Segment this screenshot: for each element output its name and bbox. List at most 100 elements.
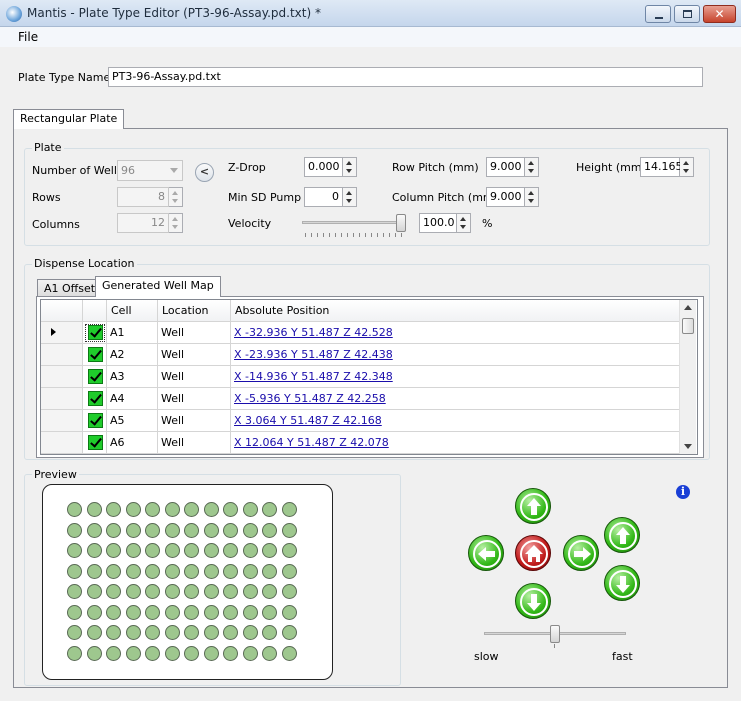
well[interactable] [242,584,258,599]
well[interactable] [67,584,82,599]
well[interactable] [242,625,258,640]
well[interactable] [86,645,102,661]
well[interactable] [86,543,102,558]
well[interactable] [86,584,102,599]
well[interactable] [262,604,277,620]
speed-slider-thumb[interactable] [550,625,560,643]
cell-absolute-position-link[interactable]: X -23.936 Y 51.487 Z 42.438 [231,344,681,366]
cell-absolute-position-link[interactable]: X 3.064 Y 51.487 Z 42.168 [231,410,681,432]
z-down-button[interactable] [604,565,640,601]
z-up-button[interactable] [604,517,640,553]
well[interactable] [67,604,82,620]
velocity-slider-thumb[interactable] [396,214,406,232]
well[interactable] [262,584,277,599]
home-button[interactable] [515,535,551,571]
well[interactable] [86,502,102,517]
well[interactable] [125,604,141,620]
table-row[interactable]: A5 Well X 3.064 Y 51.487 Z 42.168 [41,410,681,432]
table-row[interactable]: A2 Well X -23.936 Y 51.487 Z 42.438 [41,344,681,366]
row-header[interactable] [41,432,83,454]
well[interactable] [223,645,238,661]
well[interactable] [106,522,121,538]
well[interactable] [145,522,160,538]
row-header[interactable] [41,344,83,366]
tab-a1-offset[interactable]: A1 Offset [37,279,103,297]
well[interactable] [164,522,180,538]
rows-stepper-arrows[interactable] [169,187,183,207]
cell-absolute-position-link[interactable]: X -14.936 Y 51.487 Z 42.348 [231,366,681,388]
z-drop-stepper[interactable]: 0.000 [304,157,357,177]
well[interactable] [184,584,199,599]
min-sd-pump-stepper[interactable]: 0 [304,187,357,207]
move-down-button[interactable] [515,583,551,619]
number-of-wells-select[interactable]: 96 [117,160,183,181]
well[interactable] [223,543,238,558]
well[interactable] [125,625,141,640]
well[interactable] [125,502,141,517]
close-button[interactable]: ✕ [703,5,736,23]
cell-absolute-position-link[interactable]: X -32.936 Y 51.487 Z 42.528 [231,322,681,344]
well[interactable] [281,563,297,579]
grid-header-location[interactable]: Location [158,300,231,322]
well[interactable] [145,625,160,640]
well[interactable] [67,563,82,579]
well[interactable] [106,645,121,661]
well[interactable] [203,563,219,579]
well[interactable] [281,604,297,620]
well[interactable] [203,584,219,599]
well[interactable] [86,522,102,538]
row-checkbox-cell[interactable] [83,322,107,344]
well[interactable] [86,604,102,620]
well[interactable] [242,502,258,517]
well[interactable] [242,645,258,661]
row-checkbox-cell[interactable] [83,366,107,388]
well[interactable] [203,502,219,517]
maximize-button[interactable] [674,5,700,23]
table-row[interactable]: A6 Well X 12.064 Y 51.487 Z 42.078 [41,432,681,454]
well[interactable] [184,543,199,558]
well[interactable] [281,522,297,538]
row-pitch-stepper-arrows[interactable] [525,157,539,177]
well[interactable] [145,543,160,558]
well[interactable] [262,645,277,661]
well[interactable] [281,625,297,640]
collapse-chevron-left-icon[interactable]: < [195,163,214,182]
well[interactable] [125,584,141,599]
well[interactable] [223,604,238,620]
well[interactable] [145,563,160,579]
grid-header-cell[interactable]: Cell [107,300,158,322]
well[interactable] [223,625,238,640]
menu-file[interactable]: File [18,30,38,44]
scroll-down-icon[interactable] [684,444,692,449]
well[interactable] [203,522,219,538]
well[interactable] [184,604,199,620]
rows-stepper[interactable]: 8 [117,187,183,207]
columns-stepper[interactable]: 12 [117,213,183,233]
well[interactable] [281,584,297,599]
move-left-button[interactable] [468,535,504,571]
well[interactable] [203,604,219,620]
well[interactable] [184,522,199,538]
well[interactable] [67,645,82,661]
z-drop-stepper-arrows[interactable] [343,157,357,177]
column-pitch-stepper[interactable]: 9.000 [486,187,539,207]
checkbox-checked-icon[interactable] [88,347,103,362]
row-pitch-stepper[interactable]: 9.000 [486,157,539,177]
checkbox-checked-icon[interactable] [88,391,103,406]
table-row[interactable]: A4 Well X -5.936 Y 51.487 Z 42.258 [41,388,681,410]
well[interactable] [145,584,160,599]
well[interactable] [164,604,180,620]
well[interactable] [164,584,180,599]
well[interactable] [125,522,141,538]
well[interactable] [164,625,180,640]
well[interactable] [106,563,121,579]
tab-generated-well-map[interactable]: Generated Well Map [95,276,221,297]
well[interactable] [125,543,141,558]
well[interactable] [223,563,238,579]
z-drop-value[interactable]: 0.000 [304,157,343,177]
scroll-up-icon[interactable] [684,305,692,310]
velocity-stepper-arrows[interactable] [457,213,471,233]
well[interactable] [145,645,160,661]
well[interactable] [164,502,180,517]
height-value[interactable]: 14.165 [640,157,683,177]
